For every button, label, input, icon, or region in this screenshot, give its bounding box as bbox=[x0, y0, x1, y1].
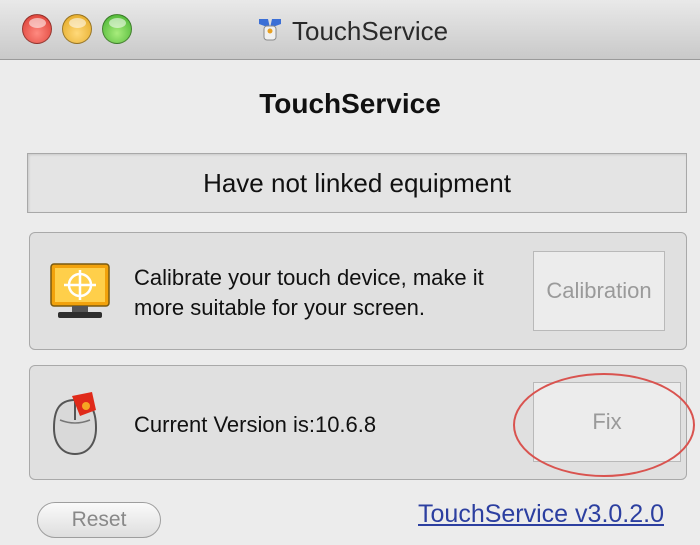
touchservice-app-icon bbox=[259, 19, 281, 41]
zoom-window-button[interactable] bbox=[102, 14, 132, 44]
reset-button[interactable]: Reset bbox=[37, 502, 161, 538]
monitor-crosshair-icon bbox=[50, 263, 110, 318]
version-panel: Current Version is:10.6.8 Fix bbox=[29, 365, 687, 480]
calibration-panel: Calibrate your touch device, make it mor… bbox=[29, 232, 687, 350]
close-window-button[interactable] bbox=[22, 14, 52, 44]
calibration-description: Calibrate your touch device, make it mor… bbox=[134, 265, 484, 320]
mouse-icon bbox=[52, 392, 98, 456]
current-version-text: Current Version is:10.6.8 bbox=[134, 412, 377, 437]
window-title: TouchService bbox=[292, 16, 449, 46]
window-titlebar: TouchService bbox=[0, 0, 700, 60]
connection-status-field: Have not linked equipment bbox=[27, 153, 687, 213]
calibration-button[interactable]: Calibration bbox=[533, 251, 665, 331]
page-title: TouchService bbox=[259, 88, 441, 119]
minimize-window-button[interactable] bbox=[62, 14, 92, 44]
fix-button[interactable]: Fix bbox=[533, 382, 681, 462]
version-link[interactable]: TouchService v3.0.2.0 bbox=[418, 500, 664, 529]
